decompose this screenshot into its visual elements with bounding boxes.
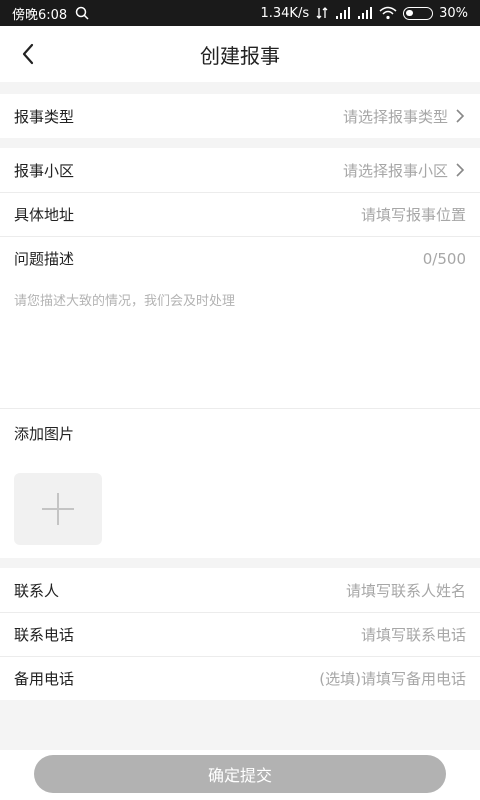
- battery-level-fill: [406, 9, 414, 16]
- address-label: 具体地址: [14, 206, 75, 224]
- status-bar: 傍晚6:08 1.34K/s 30%: [0, 0, 480, 26]
- search-icon: [75, 6, 89, 20]
- back-button[interactable]: [12, 38, 44, 70]
- phone-label: 联系电话: [14, 626, 75, 644]
- description-placeholder: 请您描述大致的情况，我们会及时处理: [14, 294, 236, 309]
- description-label: 问题描述: [14, 250, 75, 268]
- images-area: 添加图片: [0, 408, 480, 558]
- backup-phone-input[interactable]: (选填)请填写备用电话: [319, 668, 466, 689]
- battery-percent: 30%: [439, 5, 468, 21]
- type-value[interactable]: 请选择报事类型: [343, 106, 466, 127]
- community-label: 报事小区: [14, 161, 75, 180]
- address-row: 具体地址 请填写报事位置: [0, 192, 480, 236]
- contact-input[interactable]: 请填写联系人姓名: [346, 580, 466, 601]
- report-details-section: 报事小区 请选择报事小区 具体地址 请填写报事位置 问题描述 0/500 请您描…: [0, 148, 480, 558]
- contact-label: 联系人: [14, 581, 60, 600]
- description-counter: 0/500: [422, 249, 466, 268]
- community-value[interactable]: 请选择报事小区: [343, 160, 466, 181]
- address-input[interactable]: 请填写报事位置: [361, 204, 466, 225]
- type-section: 报事类型 请选择报事类型: [0, 94, 480, 138]
- add-image-button[interactable]: [14, 473, 102, 545]
- battery-icon: [403, 6, 434, 20]
- contact-section: 联系人 请填写联系人姓名 联系电话 请填写联系电话 备用电话 (选填)请填写备用…: [0, 568, 480, 700]
- bottom-bar: 确定提交: [0, 750, 480, 800]
- submit-button[interactable]: 确定提交: [34, 755, 446, 793]
- signal-icon: [336, 7, 351, 19]
- community-placeholder: 请选择报事小区: [342, 161, 448, 180]
- backup-phone-row: 备用电话 (选填)请填写备用电话: [0, 656, 480, 700]
- net-speed: 1.34K/s: [260, 5, 310, 21]
- status-time: 傍晚6:08: [12, 7, 68, 23]
- images-label: 添加图片: [14, 425, 75, 443]
- wifi-icon: [379, 6, 397, 20]
- description-input[interactable]: 请您描述大致的情况，我们会及时处理: [0, 280, 480, 408]
- description-row: 问题描述 0/500: [0, 236, 480, 280]
- contact-row: 联系人 请填写联系人姓名: [0, 568, 480, 612]
- chevron-right-icon: [456, 163, 465, 177]
- phone-input[interactable]: 请填写联系电话: [361, 624, 466, 645]
- type-label: 报事类型: [14, 107, 75, 126]
- type-placeholder: 请选择报事类型: [342, 107, 448, 126]
- phone-row: 联系电话 请填写联系电话: [0, 612, 480, 656]
- back-arrow-icon: [22, 43, 34, 65]
- chevron-right-icon: [456, 109, 465, 123]
- community-row[interactable]: 报事小区 请选择报事小区: [0, 148, 480, 192]
- header: 创建报事: [0, 26, 480, 82]
- data-icon: [316, 7, 328, 19]
- plus-icon: [42, 493, 74, 525]
- backup-phone-label: 备用电话: [14, 670, 75, 688]
- type-row[interactable]: 报事类型 请选择报事类型: [0, 94, 480, 138]
- page-title: 创建报事: [200, 43, 280, 68]
- signal-icon: [358, 7, 373, 19]
